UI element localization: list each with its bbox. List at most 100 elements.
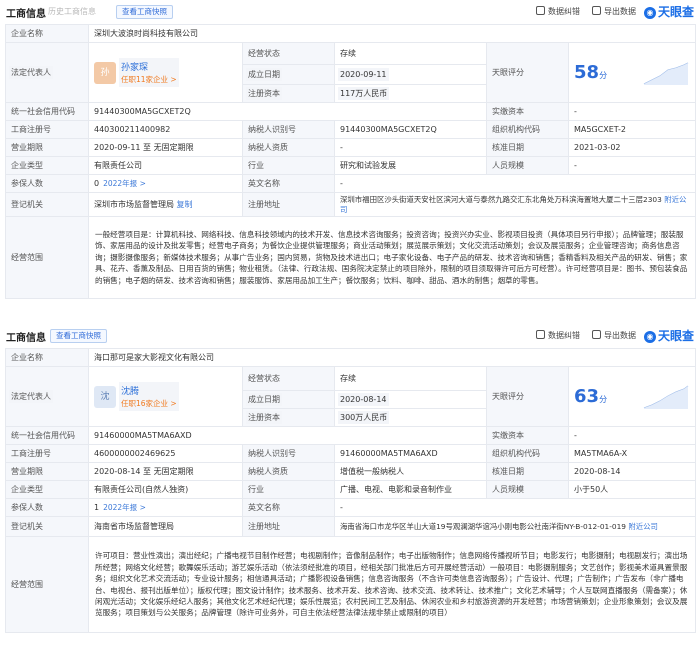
insured-label: 参保人数: [5, 498, 89, 517]
insured-label: 参保人数: [5, 174, 89, 193]
company-name-value: 深圳大波浪时尚科技有限公司: [88, 24, 696, 43]
legal-rep-positions-link[interactable]: 任职16家企业 >: [121, 398, 177, 409]
reg-no-label: 工商注册号: [5, 120, 89, 139]
table-row: 企业名称 深圳大波浪时尚科技有限公司: [5, 24, 696, 43]
avatar: 孙: [94, 61, 116, 84]
company-name-label: 企业名称: [5, 24, 89, 43]
term-value: 2020-09-11 至 无固定期限: [88, 138, 243, 157]
brand-logo: ◉ 天眼查: [643, 327, 694, 344]
status-value: 存续: [334, 366, 487, 391]
insured-cell: 0 2022年报 >: [88, 174, 243, 193]
type-value: 有限责任公司: [88, 156, 243, 175]
staff-value: 小于50人: [567, 480, 697, 499]
paidin-value: -: [567, 426, 697, 445]
eye-logo-icon: ◉: [643, 7, 656, 19]
business-info-table: 企业名称 海口那可是家大影视文化有限公司 法定代表人 沈 沈腾 任职16家企业 …: [5, 348, 697, 633]
legal-rep-cell: 沈 沈腾 任职16家企业 >: [88, 366, 243, 427]
history-info-link[interactable]: 历史工商信息: [48, 6, 96, 17]
authority-cell: 深圳市市场监督管理局 复制: [88, 192, 243, 217]
annual-report-link[interactable]: 2022年报 >: [103, 503, 146, 512]
insured-cell: 1 2022年报 >: [88, 498, 243, 517]
status-label: 经营状态: [242, 366, 335, 391]
table-row: 统一社会信用代码 91460000MA5TMA6AXD 实缴资本 -: [5, 426, 697, 445]
address-label: 注册地址: [242, 192, 335, 217]
reg-no-label: 工商注册号: [5, 444, 89, 463]
capital-value: 300万人民币: [334, 408, 487, 427]
copy-button[interactable]: 复制: [177, 200, 193, 209]
data-correction-button[interactable]: 数据纠错: [536, 6, 580, 17]
legal-rep-name-link[interactable]: 孙家琛: [121, 60, 177, 73]
table-row: 经营范围 许可项目：营业性演出；演出经纪；广播电视节目制作经营；电视剧制作；音像…: [5, 536, 697, 633]
address-value: 深圳市福田区沙头街道天安社区滨河大道与泰然九路交汇东北角处万科滨海置地大厦二十三…: [334, 192, 696, 217]
capital-label: 注册资本: [242, 84, 335, 103]
score-cell[interactable]: 63分: [567, 366, 697, 427]
edit-icon: [536, 330, 545, 339]
established-label: 成立日期: [242, 64, 335, 85]
term-label: 营业期限: [5, 462, 89, 481]
table-row: 法定代表人 沈 沈腾 任职16家企业 > 经营状态 存续 天眼评分 63分: [5, 366, 697, 427]
en-name-label: 英文名称: [242, 174, 335, 193]
table-row: 营业期限 2020-09-11 至 无固定期限 纳税人资质 - 核准日期 202…: [5, 138, 696, 157]
business-info-panel-a: 工商信息 历史工商信息 查看工商快照 数据纠错 导出数据 ◉ 天眼查 企业名称 深…: [0, 0, 700, 323]
table-row: 登记机关 深圳市市场监督管理局 复制 注册地址 深圳市福田区沙头街道天安社区滨河…: [5, 192, 696, 217]
table-row: 工商注册号 440300211400982 纳税人识别号 91440300MA5…: [5, 120, 696, 139]
table-row: 经营范围 一般经营项目是：计算机科技、网络科技、信息科技领域内的技术开发、信息技…: [5, 216, 696, 299]
table-row: 企业类型 有限责任公司 行业 研究和试验发展 人员规模 -: [5, 156, 696, 175]
company-name-value: 海口那可是家大影视文化有限公司: [87, 348, 697, 367]
paidin-value: -: [568, 102, 696, 121]
term-value: 2020-08-14 至 无固定期限: [88, 462, 243, 481]
approve-label: 核准日期: [486, 138, 569, 157]
table-row: 统一社会信用代码 91440300MA5GCXET2Q 实缴资本 -: [5, 102, 696, 121]
export-button[interactable]: 导出数据: [592, 6, 636, 17]
en-name-value: -: [333, 498, 697, 517]
credit-code-label: 统一社会信用代码: [5, 426, 89, 445]
capital-label: 注册资本: [242, 408, 335, 427]
reg-no-value: 460000000246962​5: [88, 444, 243, 463]
paidin-label: 实缴资本: [486, 426, 569, 445]
table-row: 企业类型 有限责任公司(自然人独资) 行业 广播、电视、电影和录音制作业 人员规…: [5, 480, 697, 499]
table-row: 登记机关 海南省市场监督管理局 注册地址 海南省海口市龙华区羊山大道19号观澜湖…: [5, 516, 697, 537]
capital-value: 117万人民币: [334, 84, 487, 103]
approve-label: 核准日期: [486, 462, 569, 481]
annual-report-link[interactable]: 2022年报 >: [103, 179, 146, 188]
eye-logo-icon: ◉: [643, 331, 656, 343]
score-chart-icon: [643, 62, 689, 85]
industry-label: 行业: [242, 156, 335, 175]
scope-label: 经营范围: [5, 216, 89, 299]
status-label: 经营状态: [242, 42, 335, 65]
snapshot-button[interactable]: 查看工商快照: [116, 5, 173, 19]
staff-label: 人员规模: [486, 156, 569, 175]
scope-value: 许可项目：营业性演出；演出经纪；广播电视节目制作经营；电视剧制作；音像制品制作；…: [87, 536, 697, 633]
established-value: 2020-09-11: [334, 64, 487, 85]
type-label: 企业类型: [5, 156, 89, 175]
legal-rep-label: 法定代表人: [5, 42, 89, 103]
authority-label: 登记机关: [5, 516, 89, 537]
taxpayer-label: 纳税人识别号: [242, 120, 335, 139]
credit-code-value: 91460000MA5TMA6AXD: [88, 426, 487, 445]
status-value: 存续: [334, 42, 487, 65]
staff-label: 人员规模: [486, 480, 569, 499]
legal-rep-positions-link[interactable]: 任职11家企业 >: [121, 74, 177, 85]
data-correction-button[interactable]: 数据纠错: [536, 330, 580, 341]
credit-code-label: 统一社会信用代码: [5, 102, 89, 121]
nearby-companies-link[interactable]: 附近公司: [628, 522, 658, 531]
snapshot-button[interactable]: 查看工商快照: [50, 329, 107, 343]
industry-value: 广播、电视、电影和录音制作业: [334, 480, 487, 499]
org-code-value: MA5GCXET-2: [568, 120, 696, 139]
legal-rep-name-link[interactable]: 沈腾: [121, 384, 177, 397]
edit-icon: [536, 6, 545, 15]
en-name-value: -: [334, 174, 696, 193]
authority-label: 登记机关: [5, 192, 89, 217]
staff-value: -: [568, 156, 696, 175]
credit-code-value: 91440300MA5GCXET2Q: [88, 102, 487, 121]
score-value: 58分: [574, 62, 608, 83]
score-cell[interactable]: 58分: [568, 42, 696, 103]
scope-value: 一般经营项目是：计算机科技、网络科技、信息科技领域内的技术开发、信息技术咨询服务…: [88, 216, 696, 299]
tax-qual-value: -: [334, 138, 487, 157]
en-name-label: 英文名称: [242, 498, 335, 517]
brand-logo: ◉ 天眼查: [643, 3, 694, 20]
export-icon: [592, 6, 601, 15]
taxpayer-value: 91460000MA5TMA6AXD: [334, 444, 487, 463]
tax-qual-value: 增值税一般纳税人: [334, 462, 487, 481]
export-button[interactable]: 导出数据: [592, 330, 636, 341]
